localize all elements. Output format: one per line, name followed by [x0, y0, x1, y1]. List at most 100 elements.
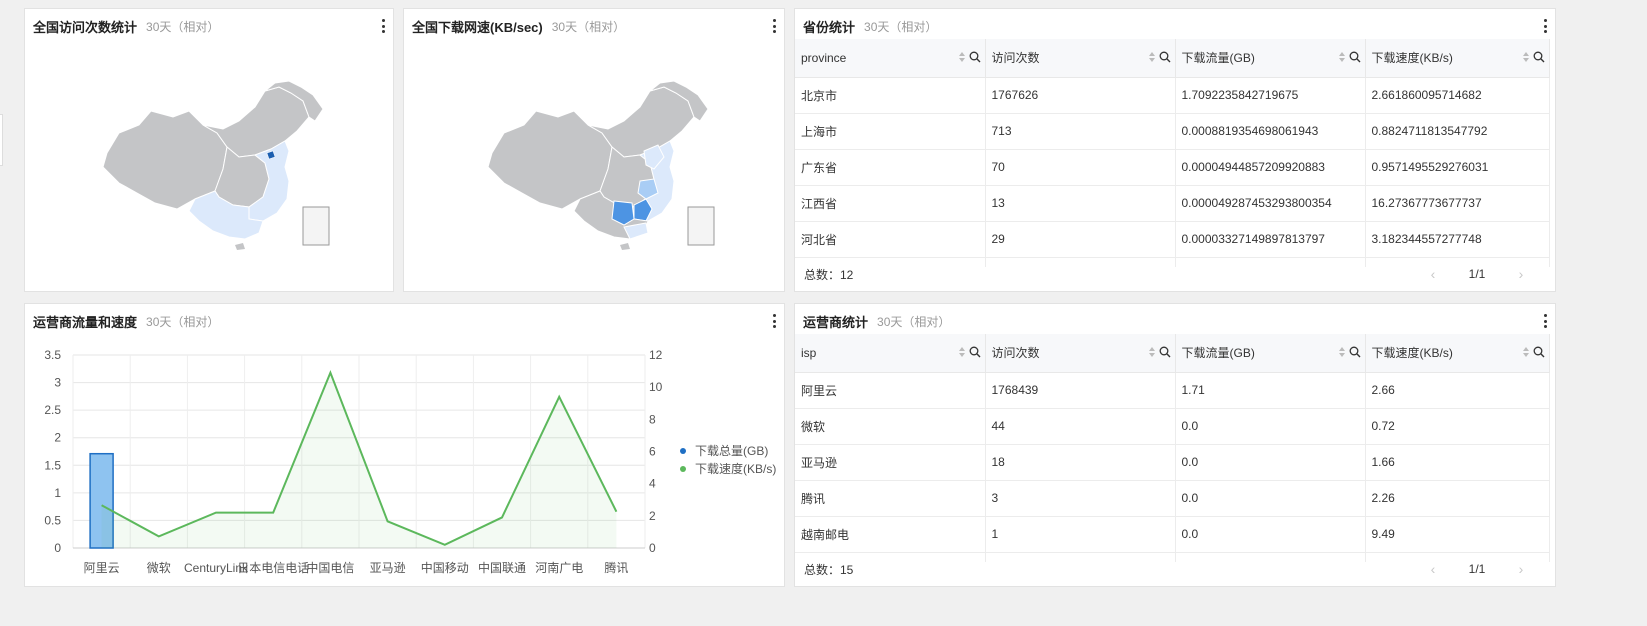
table-cell: 江西省 — [795, 185, 986, 222]
column-header[interactable]: isp — [795, 334, 986, 373]
column-header[interactable]: 下载速度(KB/s) — [1365, 39, 1550, 78]
x-axis-tick-label: 中国移动 — [421, 560, 469, 575]
table-cell: 29 — [985, 221, 1176, 258]
search-icon[interactable] — [1533, 346, 1545, 358]
table-cell: 广东省 — [795, 149, 986, 186]
panel-header: 运营商流量和速度 30天（相对） — [25, 304, 784, 338]
column-header-label: 访问次数 — [991, 346, 1040, 361]
sort-icon[interactable] — [1338, 52, 1345, 62]
column-header[interactable]: 访问次数 — [985, 39, 1176, 78]
sidebar-collapse-tab[interactable] — [0, 114, 3, 166]
legend-label: 下载总量(GB) — [695, 444, 768, 458]
table-cell: 3 — [985, 480, 1176, 517]
legend-label: 下载速度(KB/s) — [695, 461, 776, 476]
sort-icon[interactable] — [958, 52, 965, 62]
table-cell: 越南邮电 — [795, 516, 986, 553]
search-icon[interactable] — [1159, 346, 1171, 358]
column-header[interactable]: 下载流量(GB) — [1175, 334, 1366, 373]
panel-title: 运营商统计 — [803, 314, 869, 330]
time-range-label: 30天（相对） — [146, 314, 220, 329]
table-row[interactable]: 北京市 1767626 1.7092235842719675 2.6618600957… — [795, 77, 1550, 114]
table-row[interactable]: 微软 44 0.0 0.72 — [795, 408, 1550, 445]
column-tools — [1148, 346, 1171, 358]
search-icon[interactable] — [969, 346, 981, 358]
table-cell: 1.7092235842719675 — [1175, 77, 1366, 114]
table-row[interactable]: 上海市 713 0.0008819354698061943 0.88247118135… — [795, 113, 1550, 150]
table-cell: 713 — [985, 113, 1176, 150]
search-icon[interactable] — [1349, 346, 1361, 358]
table-cell: 1.66 — [1365, 444, 1550, 481]
legend-marker — [680, 448, 686, 454]
china-map-visits[interactable] — [99, 81, 339, 251]
column-header[interactable]: 访问次数 — [985, 334, 1176, 373]
x-axis-tick-label: 河南广电 — [535, 560, 583, 575]
prev-page-icon[interactable]: ‹ — [1419, 561, 1447, 577]
search-icon[interactable] — [1533, 51, 1545, 63]
search-icon[interactable] — [969, 51, 981, 63]
column-header-label: 下载流量(GB) — [1181, 346, 1255, 361]
isp-table: isp 访问次数 下载流量(GB) 下载速度(KB/s) 阿里云 1768439 1.71… — [795, 334, 1550, 562]
column-header-label: 下载速度(KB/s) — [1371, 346, 1453, 361]
more-menu-icon[interactable] — [1541, 313, 1549, 329]
speed-map-panel: 全国下载网速(KB/sec) 30天（相对） — [403, 8, 785, 292]
column-header-label: 下载速度(KB/s) — [1371, 51, 1453, 66]
table-cell: 上海市 — [795, 113, 986, 150]
column-tools — [1338, 346, 1361, 358]
column-header[interactable]: province — [795, 39, 986, 78]
pagination: ‹ 1/1 › — [1419, 257, 1535, 291]
isp-combo-chart[interactable]: 3.532.521.510.50121086420阿里云 微软 CenturyLin… — [25, 338, 783, 586]
sort-icon[interactable] — [958, 347, 965, 357]
table-cell: 微软 — [795, 408, 986, 445]
table-cell: 阿里云 — [795, 372, 986, 409]
table-cell: 1767626 — [985, 77, 1176, 114]
table-row[interactable]: 江西省 13 0.000049287453293800354 16.273677736… — [795, 185, 1550, 222]
province-table: province 访问次数 下载流量(GB) 下载速度(KB/s) 北京市 176762… — [795, 39, 1550, 267]
sort-icon[interactable] — [1338, 347, 1345, 357]
table-row[interactable]: 阿里云 1768439 1.71 2.66 — [795, 372, 1550, 409]
sort-icon[interactable] — [1148, 52, 1155, 62]
map-region-hainan — [620, 243, 630, 250]
province-table-panel: 省份统计 30天（相对） province 访问次数 下载流量(GB) 下载速度(KB… — [794, 8, 1556, 292]
china-map-speed[interactable] — [484, 81, 724, 251]
table-cell: 2.66 — [1365, 372, 1550, 409]
right-axis-tick-label: 12 — [649, 348, 663, 362]
more-menu-icon[interactable] — [379, 18, 387, 34]
right-axis-tick-label: 10 — [649, 380, 663, 394]
x-axis-tick-label: 亚马逊 — [370, 561, 406, 575]
more-menu-icon[interactable] — [770, 18, 778, 34]
search-icon[interactable] — [1349, 51, 1361, 63]
time-range-label: 30天（相对） — [864, 19, 938, 34]
next-page-icon[interactable]: › — [1507, 561, 1535, 577]
x-axis-tick-label: 阿里云 — [84, 561, 120, 575]
panel-title: 运营商流量和速度 — [33, 314, 138, 330]
table-cell: 0.0 — [1175, 516, 1366, 553]
table-cell: 9.49 — [1365, 516, 1550, 553]
left-axis-tick-label: 0.5 — [44, 513, 61, 527]
more-menu-icon[interactable] — [770, 313, 778, 329]
column-header[interactable]: 下载速度(KB/s) — [1365, 334, 1550, 373]
column-header[interactable]: 下载流量(GB) — [1175, 39, 1366, 78]
page-indicator: 1/1 — [1468, 562, 1486, 576]
table-cell: 13 — [985, 185, 1176, 222]
table-cell: 3.182344557277748 — [1365, 221, 1550, 258]
south-sea-inset — [302, 206, 330, 246]
table-cell: 16.27367773677737 — [1365, 185, 1550, 222]
table-row[interactable]: 腾讯 3 0.0 2.26 — [795, 480, 1550, 517]
prev-page-icon[interactable]: ‹ — [1419, 266, 1447, 282]
left-axis-tick-label: 3.5 — [44, 348, 61, 362]
left-axis-tick-label: 3 — [54, 376, 61, 390]
sort-icon[interactable] — [1148, 347, 1155, 357]
x-axis-tick-label: 腾讯 — [604, 560, 628, 575]
more-menu-icon[interactable] — [1541, 18, 1549, 34]
table-row[interactable]: 越南邮电 1 0.0 9.49 — [795, 516, 1550, 553]
table-row[interactable]: 亚马逊 18 0.0 1.66 — [795, 444, 1550, 481]
table-row[interactable]: 河北省 29 0.00003327149897813797 3.18234455727… — [795, 221, 1550, 258]
panel-title: 全国访问次数统计 — [33, 19, 138, 35]
sort-icon[interactable] — [1522, 347, 1529, 357]
table-row[interactable]: 广东省 70 0.00004944857209920883 0.95714955292… — [795, 149, 1550, 186]
table-cell: 0.00004944857209920883 — [1175, 149, 1366, 186]
search-icon[interactable] — [1159, 51, 1171, 63]
sort-icon[interactable] — [1522, 52, 1529, 62]
next-page-icon[interactable]: › — [1507, 266, 1535, 282]
table-cell: 1768439 — [985, 372, 1176, 409]
